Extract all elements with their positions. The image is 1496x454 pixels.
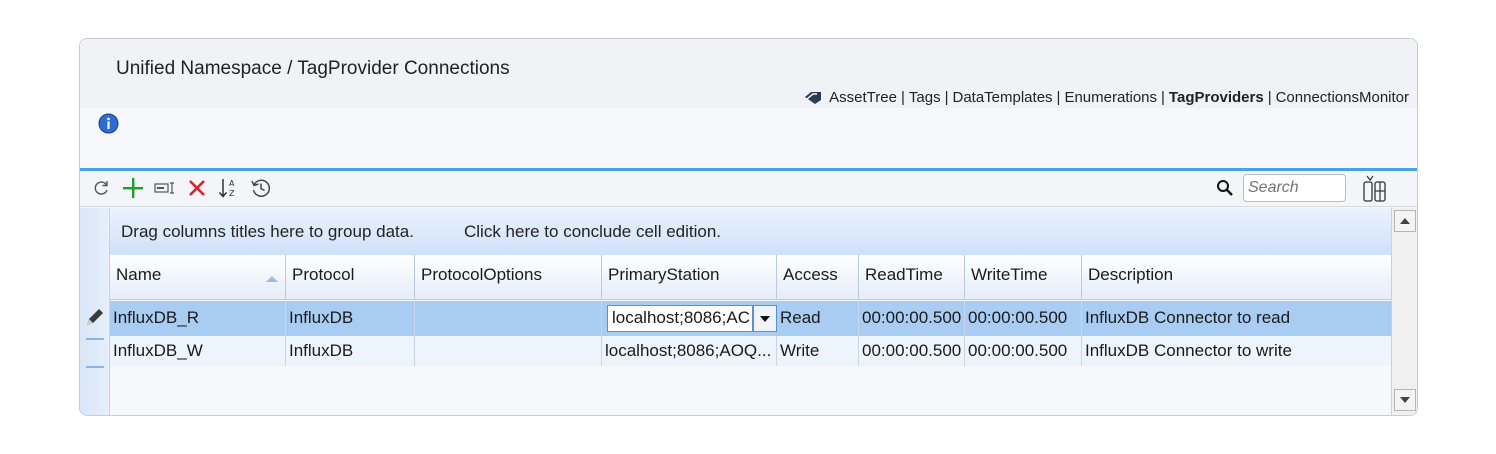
search-input[interactable] [1243, 174, 1346, 202]
history-button[interactable] [250, 177, 272, 199]
group-panel[interactable]: Drag columns titles here to group data. … [110, 208, 1391, 255]
svg-text:A: A [229, 179, 235, 188]
vertical-scrollbar[interactable] [1391, 208, 1417, 415]
primarystation-dropdown-button[interactable] [753, 305, 777, 332]
cell-description[interactable]: InfluxDB Connector to write [1082, 336, 1391, 366]
rename-icon [154, 182, 174, 194]
scroll-up-button[interactable] [1394, 210, 1416, 232]
column-header-access[interactable]: Access [777, 255, 859, 300]
breadcrumb-datatemplates[interactable]: DataTemplates [952, 89, 1052, 106]
delete-button[interactable] [186, 177, 208, 199]
cell-protocoloptions[interactable] [415, 301, 602, 336]
breadcrumb-separator: | [900, 89, 905, 106]
dropdown-arrow-icon [760, 315, 770, 322]
cell-access[interactable]: Write [777, 336, 859, 366]
info-area [80, 108, 1417, 168]
group-hint: Drag columns titles here to group data. [121, 222, 414, 241]
connections-grid: Drag columns titles here to group data. … [80, 208, 1417, 415]
tagprovider-panel: Unified Namespace / TagProvider Connecti… [79, 38, 1418, 416]
cell-protocol[interactable]: InfluxDB [286, 336, 415, 366]
cell-writetime[interactable]: 00:00:00.500 [965, 336, 1082, 366]
header: Unified Namespace / TagProvider Connecti… [80, 39, 1417, 108]
table-row[interactable]: InfluxDB_R InfluxDB localhost;8086;AC Re… [110, 301, 1391, 336]
page-title: Unified Namespace / TagProvider Connecti… [116, 58, 510, 79]
column-header-description[interactable]: Description [1082, 255, 1391, 300]
breadcrumb: AssetTree | Tags | DataTemplates | Enume… [803, 89, 1409, 106]
column-header-protocoloptions[interactable]: ProtocolOptions [415, 255, 602, 300]
sort-az-icon: A Z [218, 179, 235, 198]
column-header-row: Name Protocol ProtocolOptions PrimarySta… [110, 255, 1391, 300]
primarystation-editor[interactable]: localhost;8086;AC [607, 305, 753, 332]
breadcrumb-separator: | [1267, 89, 1272, 106]
add-button[interactable] [122, 177, 144, 199]
tag-icon [805, 91, 822, 104]
cell-readtime[interactable]: 00:00:00.500 [859, 336, 965, 366]
sort-button[interactable]: A Z [218, 177, 240, 199]
breadcrumb-separator: | [944, 89, 949, 106]
cell-writetime[interactable]: 00:00:00.500 [965, 301, 1082, 336]
cell-name[interactable]: InfluxDB_W [110, 336, 286, 366]
breadcrumb-connectionsmonitor[interactable]: ConnectionsMonitor [1276, 89, 1409, 106]
search-icon [1217, 180, 1233, 196]
refresh-icon [94, 181, 108, 195]
breadcrumb-separator: | [1056, 89, 1061, 106]
rename-button[interactable] [154, 177, 176, 199]
breadcrumb-tags[interactable]: Tags [909, 89, 941, 106]
history-icon [251, 179, 271, 197]
cell-name[interactable]: InfluxDB_R [110, 301, 286, 336]
breadcrumb-tagproviders[interactable]: TagProviders [1169, 89, 1264, 106]
column-header-readtime[interactable]: ReadTime [859, 255, 965, 300]
refresh-button[interactable] [90, 177, 112, 199]
cell-access[interactable]: Read [777, 301, 859, 336]
column-header-primarystation[interactable]: PrimaryStation [602, 255, 777, 300]
column-header-name[interactable]: Name [110, 255, 286, 300]
breadcrumb-enumerations[interactable]: Enumerations [1064, 89, 1157, 106]
column-chooser-icon[interactable] [1361, 174, 1389, 204]
cell-readtime[interactable]: 00:00:00.500 [859, 301, 965, 336]
column-header-writetime[interactable]: WriteTime [965, 255, 1082, 300]
sort-ascending-icon [266, 276, 278, 282]
breadcrumb-assettree[interactable]: AssetTree [829, 89, 897, 106]
chevron-up-icon [1400, 218, 1410, 224]
cell-protocoloptions[interactable] [415, 336, 602, 366]
cell-primarystation[interactable]: localhost;8086;AOQ... [602, 336, 777, 366]
column-header-label: Name [116, 265, 162, 284]
edit-pencil-icon [87, 309, 103, 325]
add-icon [123, 178, 143, 198]
cell-description[interactable]: InfluxDB Connector to read [1082, 301, 1391, 336]
row-indicator [86, 366, 104, 368]
conclude-edit-hint[interactable]: Click here to conclude cell edition. [464, 222, 721, 242]
row-indicator [86, 338, 104, 340]
table-row[interactable]: InfluxDB_W InfluxDB localhost;8086;AOQ..… [110, 336, 1391, 366]
row-header-column [80, 208, 110, 415]
breadcrumb-separator: | [1161, 89, 1165, 106]
cell-protocol[interactable]: InfluxDB [286, 301, 415, 336]
scroll-down-button[interactable] [1394, 389, 1416, 411]
svg-text:Z: Z [229, 189, 235, 198]
delete-icon [189, 180, 205, 196]
toolbar: A Z [80, 171, 1417, 207]
chevron-down-icon [1400, 397, 1410, 403]
info-icon[interactable] [98, 113, 119, 134]
column-header-protocol[interactable]: Protocol [286, 255, 415, 300]
